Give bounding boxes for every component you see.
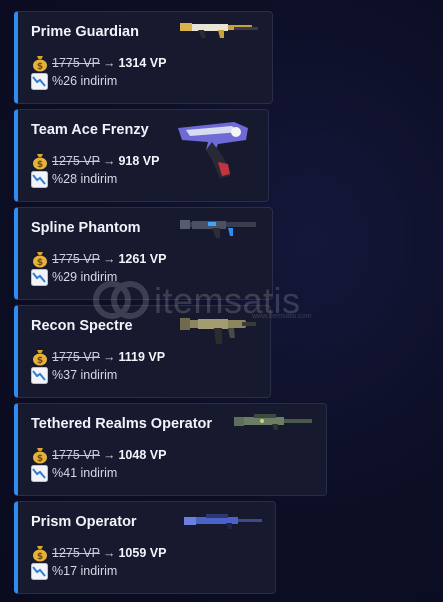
weapon-image-tethered-realms-operator [234,414,312,430]
discount-row: %26 indirim [31,72,117,90]
discount-label: %17 indirim [52,564,118,578]
price-row: $ 1775 VP → 1261 VP [31,249,166,269]
chart-decreasing-icon [31,72,48,90]
skin-name: Tethered Realms Operator [31,416,213,432]
skin-name: Recon Spectre [31,318,133,334]
chart-decreasing-icon [31,268,48,286]
discount-label: %41 indirim [52,466,118,480]
discount-label: %26 indirim [52,74,118,88]
discount-row: %29 indirim [31,268,117,286]
skin-card-spline-phantom[interactable]: Spline Phantom $ 1775 VP → 1261 VP %29 i… [14,207,273,300]
discount-label: %28 indirim [52,172,118,186]
skin-name: Team Ace Frenzy [31,122,149,138]
svg-text:$: $ [37,454,43,464]
new-price: 1261 VP [118,252,167,266]
price-row: $ 1775 VP → 1119 VP [31,347,165,367]
discount-row: %17 indirim [31,562,117,580]
old-price: 1775 VP [52,56,100,70]
discount-row: %41 indirim [31,464,117,482]
skin-card-prime-guardian[interactable]: Prime Guardian $ 1775 VP → 1314 VP %26 i… [14,11,273,104]
chart-decreasing-icon [31,366,48,384]
weapon-image-prime-guardian [180,23,258,38]
money-bag-icon: $ [33,546,47,562]
discount-label: %37 indirim [52,368,118,382]
price-arrow: → [102,56,116,70]
price-arrow: → [102,448,116,462]
old-price: 1275 VP [52,154,100,168]
svg-text:$: $ [37,356,43,366]
discount-row: %37 indirim [31,366,117,384]
chart-decreasing-icon [31,562,48,580]
svg-text:$: $ [37,552,43,562]
old-price: 1775 VP [52,350,100,364]
skin-name: Spline Phantom [31,220,141,236]
discount-label: %29 indirim [52,270,118,284]
money-bag-icon: $ [33,448,47,464]
new-price: 1314 VP [118,56,167,70]
svg-text:$: $ [37,258,43,268]
price-row: $ 1775 VP → 1048 VP [31,445,166,465]
weapon-image-recon-spectre [180,318,256,344]
chart-decreasing-icon [31,464,48,482]
new-price: 918 VP [118,154,160,168]
old-price: 1775 VP [52,448,100,462]
new-price: 1119 VP [118,350,166,364]
money-bag-icon: $ [33,350,47,366]
price-row: $ 1275 VP → 918 VP [31,151,159,171]
skin-card-prism-operator[interactable]: Prism Operator $ 1275 VP → 1059 VP %17 i… [14,501,276,594]
discount-row: %28 indirim [31,170,117,188]
skin-card-tethered-realms-operator[interactable]: Tethered Realms Operator $ 1775 VP → 104… [14,403,327,496]
price-arrow: → [102,350,116,364]
new-price: 1048 VP [118,448,167,462]
old-price: 1275 VP [52,546,100,560]
new-price: 1059 VP [118,546,167,560]
weapon-image-spline-phantom [180,220,256,238]
price-arrow: → [102,546,116,560]
skin-name: Prime Guardian [31,24,139,40]
price-row: $ 1275 VP → 1059 VP [31,543,166,563]
svg-text:$: $ [37,62,43,72]
money-bag-icon: $ [33,56,47,72]
price-row: $ 1775 VP → 1314 VP [31,53,166,73]
money-bag-icon: $ [33,252,47,268]
money-bag-icon: $ [33,154,47,170]
skin-card-team-ace-frenzy[interactable]: Team Ace Frenzy $ 1275 VP → 918 VP %28 i… [14,109,269,202]
price-arrow: → [102,252,116,266]
weapon-image-prism-operator [184,514,262,529]
price-arrow: → [102,154,116,168]
svg-text:$: $ [37,160,43,170]
old-price: 1775 VP [52,252,100,266]
chart-decreasing-icon [31,170,48,188]
skin-name: Prism Operator [31,514,137,530]
weapon-image-team-ace-frenzy [178,122,248,178]
skin-card-recon-spectre[interactable]: Recon Spectre $ 1775 VP → 1119 VP %37 in… [14,305,271,398]
